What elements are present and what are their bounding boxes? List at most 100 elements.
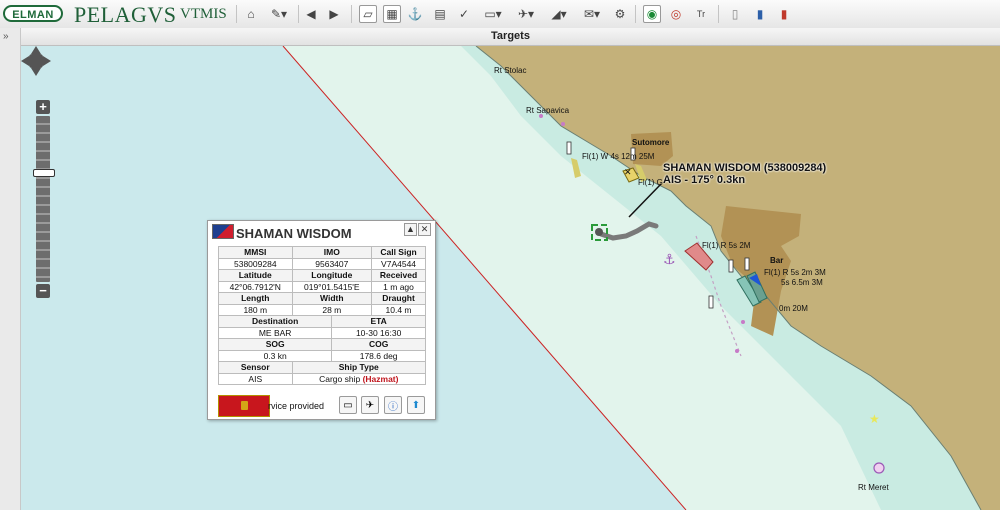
sog-value: 0.3 kn	[217, 349, 333, 362]
zoom-slider-thumb[interactable]	[33, 169, 55, 177]
target-sensor-course: AIS - 175° 0.3kn	[663, 174, 746, 186]
light-label: Fl(1) R 5s 2m 3M	[764, 268, 826, 277]
table-header: Sensor	[218, 361, 293, 374]
buoy-icon	[728, 259, 734, 273]
chart-icon[interactable]: ▤	[431, 5, 449, 23]
draught-value: 10.4 m	[371, 303, 426, 316]
table-header: Length	[218, 292, 293, 305]
track-icon[interactable]: ◉	[643, 5, 661, 23]
route-icon[interactable]: ⚓	[406, 5, 424, 23]
left-collapsed-panel: »	[0, 28, 21, 510]
toolbar-divider	[351, 5, 352, 23]
elman-logo: ELMAN	[3, 5, 63, 22]
star-icon: ★	[869, 412, 880, 426]
table-header: IMO	[291, 246, 373, 259]
table-header: Latitude	[218, 269, 293, 282]
main-toolbar: ELMAN PELAGVS VTMIS ⌂ ✎▾ ◀ ▶ ▱ ▦ ⚓ ▤ ✓ ▭…	[0, 0, 1000, 29]
place-label-rt-sapavica: Rt Sapavica	[526, 106, 570, 115]
latitude-value: 42°06.7912'N	[218, 280, 293, 293]
buoy-icon	[708, 295, 714, 309]
light-label: Fl(1) G	[638, 178, 663, 187]
toolbar-divider	[635, 5, 636, 23]
chart-detail-icon[interactable]: ▭	[339, 396, 357, 414]
toolbar-divider	[298, 5, 299, 23]
close-popup-button[interactable]: ✕	[418, 223, 431, 236]
vessel-info-popup: SHAMAN WISDOM ▲ ✕ MMSI IMO Call Sign 538…	[207, 220, 436, 420]
mmsi-value: 538009284	[218, 257, 293, 270]
table-header: Call Sign	[371, 246, 426, 259]
longitude-value: 019°01.5415'E	[291, 280, 373, 293]
zoom-in-button[interactable]: +	[36, 100, 50, 114]
home-icon[interactable]: ⌂	[242, 5, 260, 23]
table-header: Width	[291, 292, 373, 305]
place-label-rt-meret: Rt Meret	[858, 483, 889, 492]
sensor-value: AIS	[218, 372, 293, 385]
map-canvas[interactable]: ⚓ ★ ✕	[21, 46, 1000, 510]
town-label-sutomore: Sutomore	[632, 138, 670, 147]
zoom-slider[interactable]	[36, 116, 50, 282]
tools-icon[interactable]: ✓	[455, 5, 473, 23]
table-header: Destination	[217, 315, 333, 328]
table-header: ETA	[331, 315, 426, 328]
book-icon[interactable]: ▮	[775, 5, 793, 23]
targets-panel-header: Targets	[21, 28, 1000, 46]
db-icon[interactable]: ▯	[726, 5, 744, 23]
select-icon[interactable]: ▱	[359, 5, 377, 23]
table-header: Draught	[371, 292, 426, 305]
panel-title: Targets	[491, 30, 530, 42]
town-label-bar: Bar	[770, 256, 784, 265]
light-label: Fl(1) W 4s 12m 25M	[582, 152, 655, 161]
table-header: MMSI	[218, 246, 293, 259]
nautical-map[interactable]: ⚓ ★ ✕ Rt Stolac Rt Sapavica Sutomore Fl(…	[21, 46, 1000, 510]
settings-icon[interactable]: ⚙	[611, 5, 629, 23]
measure-icon[interactable]: ✎▾	[266, 5, 292, 23]
light-label: 5s 6.5m 3M	[781, 278, 823, 287]
ship-type-value: Cargo ship	[319, 373, 361, 384]
country-flag-icon	[218, 395, 270, 417]
shape-icon[interactable]: ◢▾	[546, 5, 572, 23]
marker-dot	[741, 320, 745, 324]
ship-type-cell: Cargo ship (Hazmat)	[291, 372, 427, 385]
service-text: rvice provided	[268, 401, 325, 411]
imo-value: 9563407	[291, 257, 373, 270]
anchorage-icon: ⚓	[663, 252, 676, 268]
display-icon[interactable]: ▭▾	[480, 5, 506, 23]
vessel-action-icon[interactable]: ✈	[361, 396, 379, 414]
panel-icon[interactable]: ▮	[751, 5, 769, 23]
vessel-info-table: MMSI IMO Call Sign 538009284 9563407 V7A…	[217, 246, 427, 385]
pan-control-icon[interactable]	[21, 46, 51, 76]
minimize-popup-button[interactable]: ▲	[404, 223, 417, 236]
pelagvs-logo: PELAGVS	[74, 2, 177, 27]
prev-icon[interactable]: ◀	[302, 5, 320, 23]
flag-emblem-icon	[241, 401, 248, 410]
vessel-flag-icon	[212, 224, 234, 239]
layer-icon[interactable]: ▦	[383, 5, 401, 23]
mail-icon[interactable]: ✉▾	[579, 5, 605, 23]
width-value: 28 m	[291, 303, 373, 316]
light-label: 0m 20M	[779, 304, 808, 313]
light-label: Fl(1) R 5s 2M	[702, 241, 751, 250]
table-header: Received	[371, 269, 426, 282]
info-icon[interactable]: ⓘ	[384, 396, 402, 414]
received-value: 1 m ago	[371, 280, 426, 293]
text-icon[interactable]: Tr	[692, 5, 710, 23]
marker-dot	[735, 349, 739, 353]
target-icon[interactable]: ◎	[667, 5, 685, 23]
table-header: SOG	[217, 338, 333, 351]
zoom-out-button[interactable]: −	[36, 284, 50, 298]
eta-value: 10-30 16:30	[331, 326, 426, 339]
buoy-icon	[744, 257, 750, 271]
buoy-icon	[566, 141, 572, 155]
table-header: COG	[331, 338, 426, 351]
track-history-icon[interactable]: ⬆	[407, 396, 425, 414]
vessel-icon[interactable]: ✈▾	[513, 5, 539, 23]
selected-target-label: SHAMAN WISDOM (538009284) AIS - 175° 0.3…	[663, 162, 826, 186]
table-header: Ship Type	[291, 361, 427, 374]
place-label-rt-stolac: Rt Stolac	[494, 66, 527, 75]
vtmis-logo: VTMIS	[180, 6, 227, 22]
cog-value: 178.6 deg	[331, 349, 426, 362]
next-icon[interactable]: ▶	[325, 5, 343, 23]
expand-panel-icon[interactable]: »	[3, 31, 9, 42]
length-value: 180 m	[218, 303, 293, 316]
toolbar-divider	[236, 5, 237, 23]
